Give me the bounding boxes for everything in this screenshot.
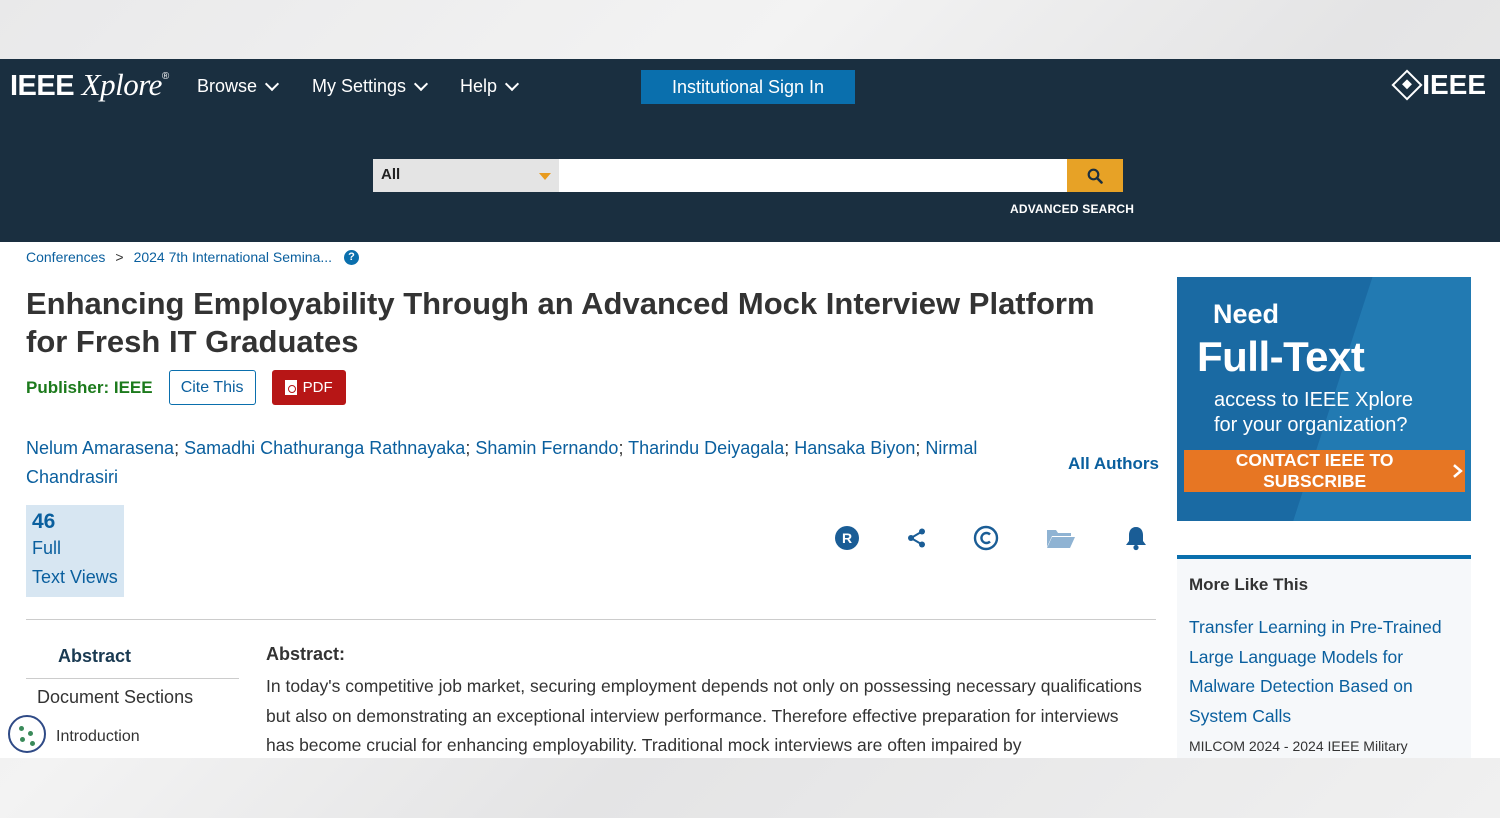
chevron-right-icon — [1453, 464, 1464, 478]
photo-backdrop-bottom — [0, 758, 1500, 818]
author-link[interactable]: Tharindu Deiyagala — [628, 438, 784, 458]
contact-ieee-subscribe-button[interactable]: CONTACT IEEE TO SUBSCRIBE — [1184, 450, 1465, 492]
folder-icon[interactable] — [1046, 524, 1076, 552]
related-article-source: MILCOM 2024 - 2024 IEEE Military Communi… — [1189, 738, 1439, 758]
browser-page: IEEE Xplore® Browse My Settings Help Ins… — [0, 59, 1500, 758]
article-title: Enhancing Employability Through an Advan… — [26, 286, 1095, 359]
pdf-button[interactable]: PDF — [271, 370, 346, 405]
pdf-icon — [284, 380, 297, 395]
nav-browse[interactable]: Browse — [197, 76, 280, 97]
copyright-icon[interactable] — [972, 524, 1000, 552]
nav-help[interactable]: Help — [460, 76, 520, 97]
ieee-xplore-logo[interactable]: IEEE Xplore® — [10, 67, 169, 103]
breadcrumb-conference-name[interactable]: 2024 7th International Semina... — [134, 249, 332, 265]
document-nav: Abstract Document Sections Introduction — [26, 639, 239, 746]
abstract-heading: Abstract: — [266, 644, 346, 664]
ad-full-text-heading: Full-Text — [1197, 333, 1365, 380]
breadcrumb: Conferences > 2024 7th International Sem… — [26, 249, 360, 265]
search-button[interactable] — [1067, 159, 1123, 192]
help-icon[interactable]: ? — [344, 249, 360, 265]
search-icon — [1087, 168, 1103, 184]
author-link[interactable]: Shamin Fernando — [475, 438, 618, 458]
ad-need-text: Need — [1213, 299, 1280, 329]
document-sections-heading: Document Sections — [37, 687, 194, 707]
share-icon[interactable] — [903, 524, 931, 552]
chevron-down-icon — [413, 76, 429, 91]
all-authors-link[interactable]: All Authors — [1068, 454, 1159, 474]
cookie-settings-icon[interactable] — [8, 715, 46, 753]
breadcrumb-separator: > — [115, 249, 124, 265]
bell-icon[interactable] — [1122, 524, 1150, 552]
chevron-down-icon — [504, 76, 520, 91]
rights-icon[interactable]: R — [833, 524, 861, 552]
photo-backdrop-top — [0, 0, 1500, 59]
site-header: IEEE Xplore® Browse My Settings Help Ins… — [0, 59, 1500, 242]
section-link-introduction[interactable]: Introduction — [26, 728, 239, 746]
author-list: Nelum Amarasena; Samadhi Chathuranga Rat… — [26, 438, 978, 487]
search-scope-select[interactable]: All — [373, 159, 559, 192]
caret-down-icon — [539, 173, 551, 180]
breadcrumb-conferences[interactable]: Conferences — [26, 249, 105, 265]
article-actions: R — [0, 524, 1160, 554]
author-link[interactable]: Samadhi Chathuranga Rathnayaka — [184, 438, 465, 458]
nav-my-settings[interactable]: My Settings — [312, 76, 429, 97]
more-like-this-panel: More Like This Transfer Learning in Pre-… — [1177, 555, 1471, 758]
institutional-sign-in-button[interactable]: Institutional Sign In — [641, 70, 855, 104]
publisher-info: Publisher: IEEE — [26, 377, 153, 397]
subscribe-ad[interactable]: Need Full-Text access to IEEE Xplore for… — [1177, 277, 1471, 521]
chevron-down-icon — [264, 76, 280, 91]
more-like-this-heading: More Like This — [1189, 575, 1309, 594]
ieee-brand-logo[interactable]: IEEE — [1391, 69, 1486, 101]
cite-this-button[interactable]: Cite This — [168, 370, 256, 405]
ieee-diamond-icon — [1391, 69, 1423, 101]
abstract-section: Abstract: In today's competitive job mar… — [266, 644, 1146, 758]
tab-abstract[interactable]: Abstract — [26, 639, 239, 679]
author-link[interactable]: Nelum Amarasena — [26, 438, 174, 458]
publisher-row: Publisher: IEEE Cite This PDF — [26, 370, 346, 405]
section-divider — [26, 619, 1156, 620]
svg-text:R: R — [842, 530, 852, 546]
abstract-text: In today's competitive job market, secur… — [266, 676, 1142, 755]
ad-access-text: access to IEEE Xplore for your organizat… — [1214, 389, 1413, 436]
related-article-link[interactable]: Transfer Learning in Pre-Trained Large L… — [1189, 613, 1459, 731]
views-label-line2: Text Views — [32, 567, 118, 587]
author-link[interactable]: Hansaka Biyon — [794, 438, 915, 458]
advanced-search-link[interactable]: ADVANCED SEARCH — [1010, 202, 1134, 216]
search-input[interactable] — [559, 159, 1067, 192]
search-bar: All — [373, 159, 1123, 192]
